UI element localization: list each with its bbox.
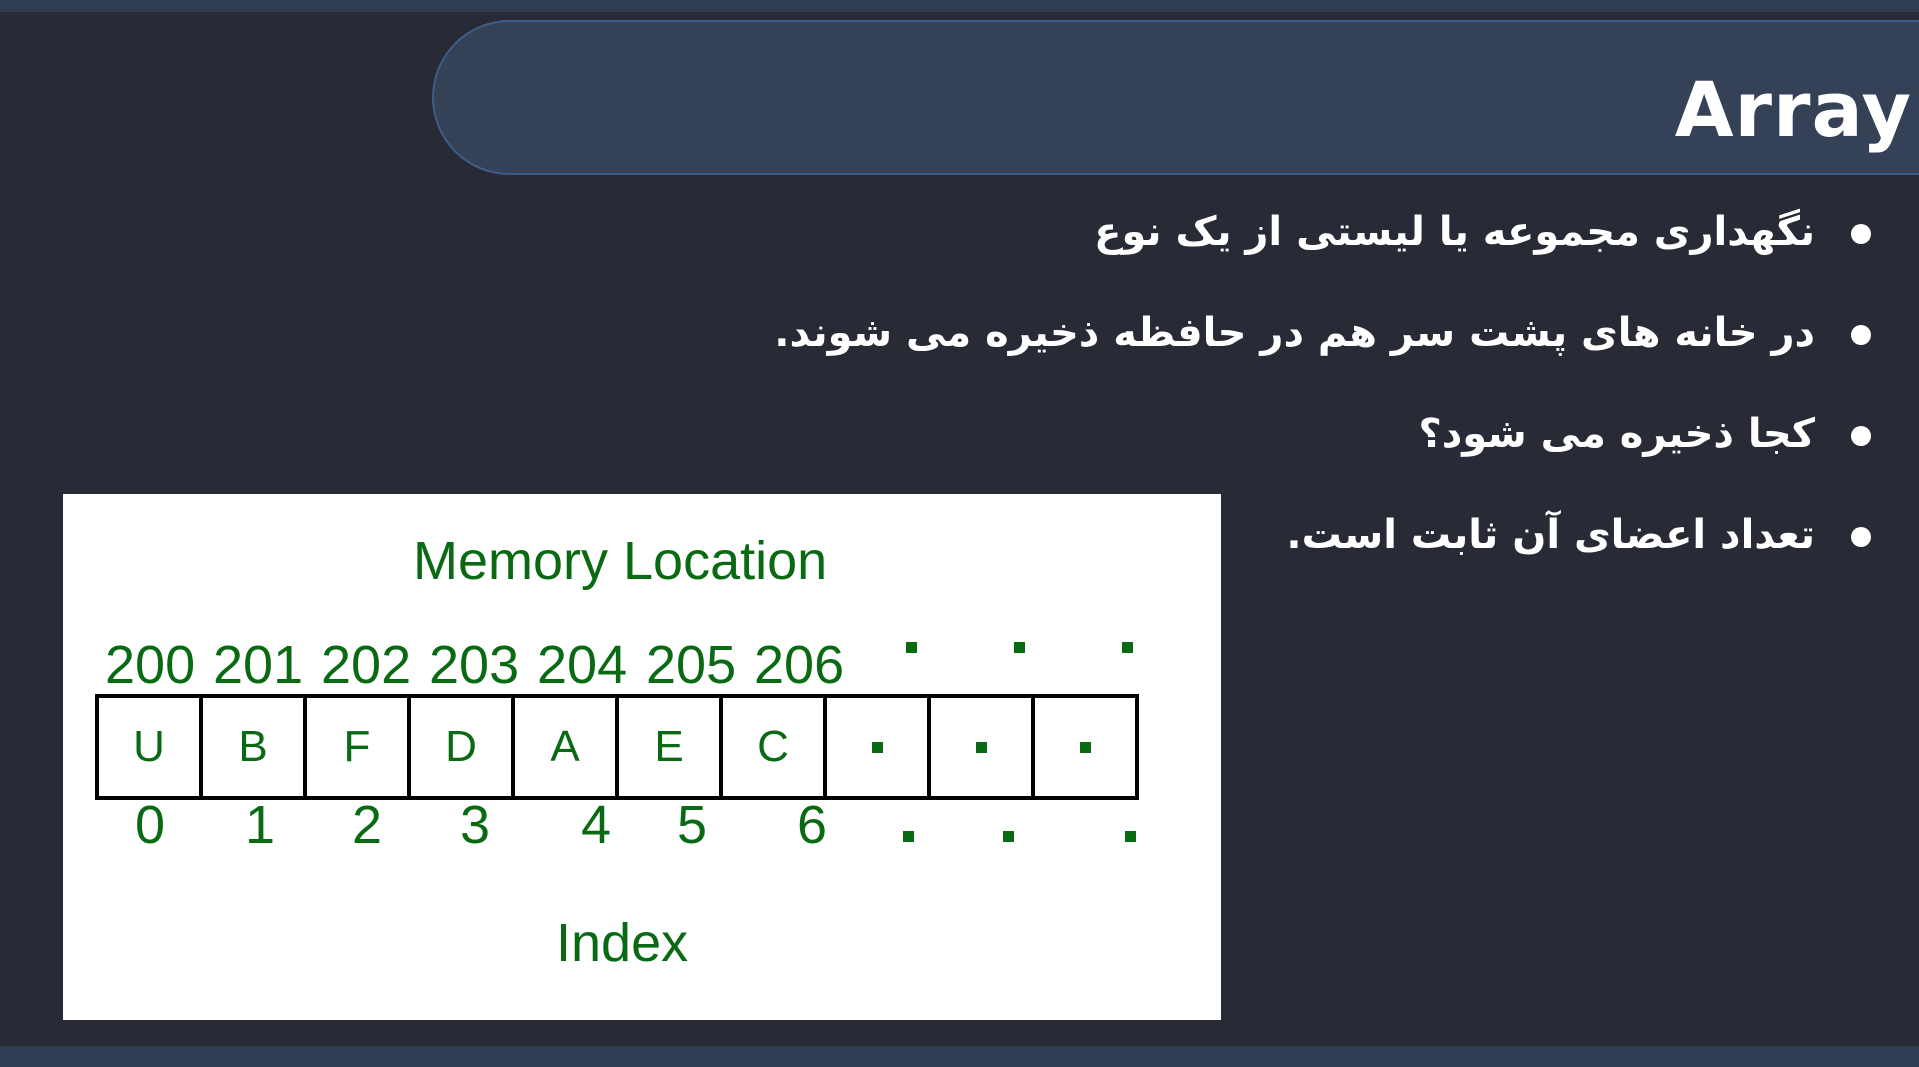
bullet-text: در خانه های پشت سر هم در حافظه ذخیره می … [774, 310, 1815, 356]
array-cell: B [199, 694, 307, 800]
continuation-dot-icon [975, 741, 987, 753]
bullet-item: نگهداری مجموعه یا لیستی از یک نوع [811, 200, 1871, 301]
array-memory-diagram: Memory Location 200 201 202 203 204 205 … [63, 494, 1221, 1020]
array-cell-empty [1031, 694, 1139, 800]
array-index: 6 [797, 795, 828, 855]
continuation-dot-icon [1122, 642, 1133, 653]
array-cell: A [511, 694, 619, 800]
title-banner: Array [432, 20, 1919, 175]
array-index: 4 [581, 795, 612, 855]
memory-address: 200 [105, 635, 196, 695]
array-cell: F [303, 694, 411, 800]
array-index: 0 [135, 795, 166, 855]
array-cells-row: U B F D A E C [95, 694, 1139, 800]
bullet-item: کجا ذخیره می شود؟ [811, 402, 1871, 503]
continuation-dot-icon [1014, 642, 1025, 653]
memory-address: 201 [213, 635, 304, 695]
continuation-dot-icon [903, 831, 914, 842]
slide-title: Array [1674, 65, 1912, 154]
continuation-dot-icon [1003, 831, 1014, 842]
memory-address: 205 [646, 635, 737, 695]
memory-address: 202 [321, 635, 412, 695]
bullet-dot-icon [1851, 224, 1871, 244]
array-index: 1 [245, 795, 276, 855]
array-cell: C [719, 694, 827, 800]
continuation-dot-icon [1125, 831, 1136, 842]
array-cell-empty [823, 694, 931, 800]
array-cell: D [407, 694, 515, 800]
bullet-text: کجا ذخیره می شود؟ [1418, 411, 1815, 457]
array-cell: E [615, 694, 723, 800]
memory-address: 206 [754, 635, 845, 695]
continuation-dot-icon [906, 642, 917, 653]
bullet-item: در خانه های پشت سر هم در حافظه ذخیره می … [774, 301, 1871, 402]
top-band [0, 0, 1919, 12]
bullet-text: نگهداری مجموعه یا لیستی از یک نوع [1094, 209, 1815, 255]
memory-location-title: Memory Location [413, 531, 828, 591]
array-index: 5 [677, 795, 708, 855]
bullet-dot-icon [1851, 527, 1871, 547]
bullet-dot-icon [1851, 325, 1871, 345]
continuation-dot-icon [871, 741, 883, 753]
array-cell: U [95, 694, 203, 800]
memory-address: 203 [429, 635, 520, 695]
array-cell-empty [927, 694, 1035, 800]
array-index: 2 [352, 795, 383, 855]
bullet-text: تعداد اعضای آن ثابت است. [1286, 512, 1815, 558]
bottom-band [0, 1046, 1919, 1067]
continuation-dot-icon [1079, 741, 1091, 753]
memory-address: 204 [537, 635, 628, 695]
bullet-dot-icon [1851, 426, 1871, 446]
index-title: Index [556, 913, 689, 973]
array-index: 3 [460, 795, 491, 855]
